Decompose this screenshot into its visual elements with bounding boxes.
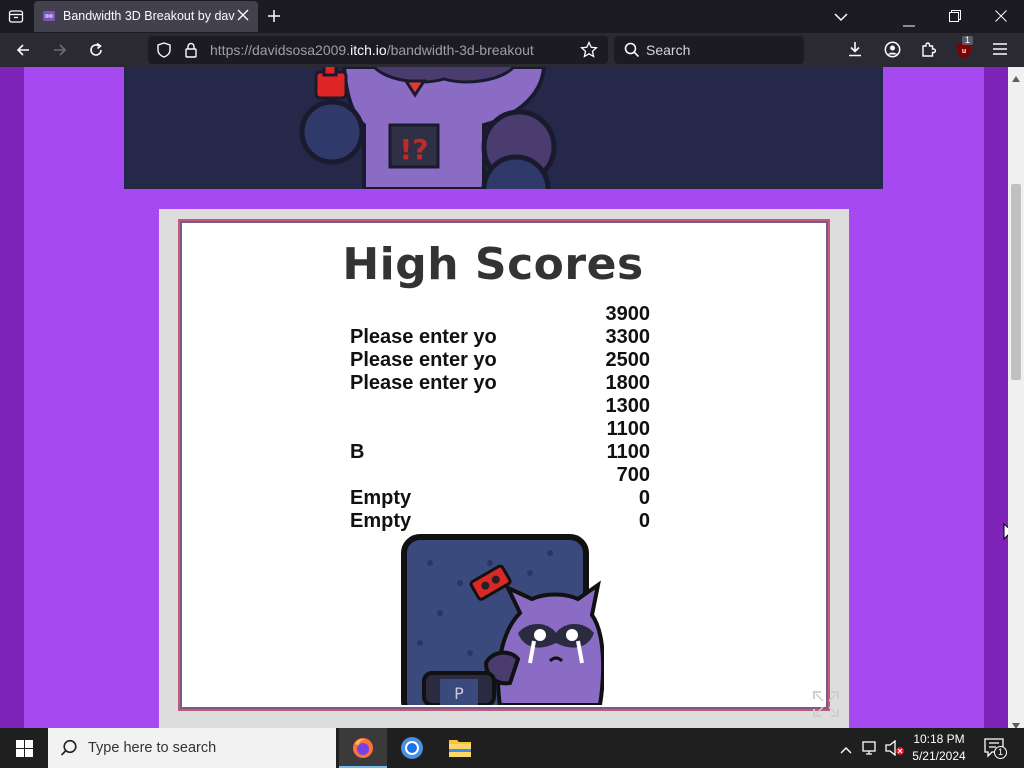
url-host: itch.io (350, 42, 387, 58)
chevron-down-icon[interactable] (834, 10, 848, 26)
score-row: Please enter yo 2500 (350, 349, 650, 372)
taskbar-search[interactable]: Type here to search (48, 728, 336, 768)
search-placeholder: Search (646, 42, 691, 58)
favicon-icon (42, 9, 56, 27)
lock-icon[interactable] (185, 42, 197, 62)
menu-icon[interactable] (992, 42, 1008, 60)
page-scrollbar[interactable] (1008, 67, 1024, 729)
score-name: B (350, 441, 365, 463)
tab-bar: Bandwidth 3D Breakout by david (0, 0, 1024, 33)
score-value: 3900 (605, 303, 651, 325)
extensions-icon[interactable] (920, 41, 937, 62)
page-side-right (984, 67, 1008, 728)
close-tab-icon[interactable] (237, 9, 249, 25)
taskbar-chrome[interactable] (388, 728, 436, 768)
reload-icon[interactable] (88, 42, 104, 62)
scroll-up-icon[interactable] (1012, 70, 1020, 86)
search-bar[interactable]: Search (614, 36, 804, 64)
nav-toolbar: https://davidsosa2009.itch.io/bandwidth-… (0, 33, 1024, 67)
ublock-icon[interactable]: u 1 (956, 36, 974, 63)
notification-icon[interactable]: 1 (984, 738, 1007, 762)
score-value: 700 (616, 464, 650, 486)
score-row: Empty 0 (350, 510, 650, 533)
score-row: 3900 (350, 303, 651, 326)
score-row: Empty 0 (350, 487, 650, 510)
score-value: 0 (638, 510, 650, 532)
chrome-icon (401, 737, 423, 759)
score-value: 1800 (605, 372, 651, 394)
url-text[interactable]: https://davidsosa2009.itch.io/bandwidth-… (210, 42, 534, 58)
search-icon (60, 739, 78, 761)
url-path: /bandwidth-3d-breakout (386, 42, 534, 58)
notification-count: 1 (994, 746, 1007, 759)
score-value: 0 (638, 487, 650, 509)
restore-icon[interactable] (949, 10, 961, 26)
taskbar-firefox[interactable] (339, 728, 387, 768)
fullscreen-icon[interactable] (812, 690, 840, 718)
console-label: P (454, 684, 464, 703)
web-page: !? High Scores 3900 Please enter yo 3300 Pl… (0, 67, 1008, 728)
bookmark-star-icon[interactable] (580, 40, 598, 63)
score-row: 1300 (350, 395, 651, 418)
raccoon-mascot-illustration: !? (299, 67, 557, 189)
badge-text: !? (399, 133, 428, 166)
score-name: Please enter yo (350, 326, 497, 348)
page-side-left (0, 67, 24, 728)
extension-badge: 1 (962, 36, 974, 45)
score-name: Please enter yo (350, 349, 497, 371)
account-icon[interactable] (884, 41, 901, 62)
back-icon[interactable] (15, 42, 31, 62)
tray-chevron-up-icon[interactable] (840, 742, 852, 758)
url-bar[interactable]: https://davidsosa2009.itch.io/bandwidth-… (148, 36, 608, 64)
score-name: Please enter yo (350, 372, 497, 394)
shield-icon[interactable] (157, 42, 171, 62)
score-name: Empty (350, 510, 412, 532)
windows-taskbar: Type here to search 10:18 PM 5/21/2024 1 (0, 728, 1024, 768)
windows-start-icon[interactable] (16, 740, 33, 761)
game-canvas[interactable]: High Scores 3900 Please enter yo 3300 Pleas… (178, 219, 830, 711)
scrollbar-thumb[interactable] (1011, 184, 1021, 380)
high-scores-title: High Scores (342, 239, 644, 290)
tab-active[interactable]: Bandwidth 3D Breakout by david (34, 1, 258, 32)
close-window-icon[interactable] (995, 10, 1007, 26)
new-tab-icon[interactable] (267, 9, 281, 27)
taskbar-search-placeholder: Type here to search (88, 740, 217, 756)
minimize-icon[interactable] (903, 15, 915, 31)
url-prefix: https://davidsosa2009. (210, 42, 351, 58)
firefox-icon (353, 738, 373, 758)
clock-time[interactable]: 10:18 PM (906, 732, 972, 746)
score-value: 1100 (606, 418, 650, 440)
download-icon[interactable] (847, 41, 863, 61)
score-row: 1100 (350, 418, 650, 441)
score-value: 2500 (605, 349, 651, 371)
folder-icon (449, 740, 471, 757)
tab-title: Bandwidth 3D Breakout by david (63, 9, 235, 23)
score-row: 700 (350, 464, 650, 487)
score-row: B 1100 (350, 441, 650, 464)
clock-date[interactable]: 5/21/2024 (906, 749, 972, 763)
network-icon[interactable] (862, 740, 880, 760)
score-row: Please enter yo 1800 (350, 372, 650, 395)
taskbar-file-explorer[interactable] (436, 728, 484, 768)
score-value: 3300 (605, 326, 651, 348)
score-value: 1300 (605, 395, 651, 417)
tab-list-icon[interactable] (8, 8, 24, 28)
score-name: Empty (350, 487, 412, 509)
forward-icon[interactable] (52, 42, 68, 62)
score-row: Please enter yo 3300 (350, 326, 650, 349)
search-icon (624, 42, 640, 62)
sad-raccoon-illustration: P (401, 534, 604, 705)
score-value: 1100 (606, 441, 650, 463)
volume-muted-icon[interactable] (885, 739, 905, 760)
svg-text:u: u (962, 48, 966, 55)
header-banner: !? (124, 67, 883, 189)
